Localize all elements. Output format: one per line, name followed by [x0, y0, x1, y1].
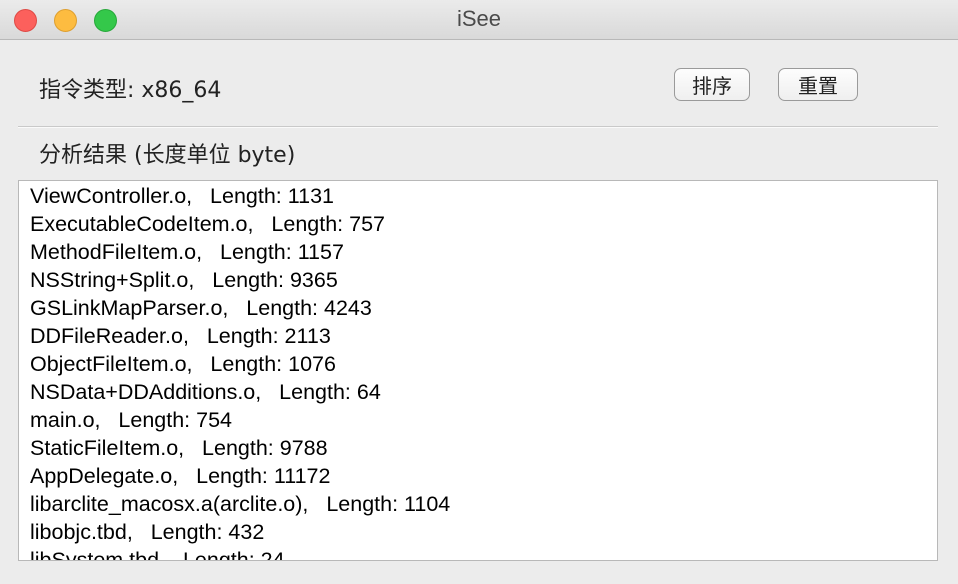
- result-line: StaticFileItem.o, Length: 9788: [30, 436, 328, 460]
- title-bar[interactable]: iSee: [0, 0, 958, 40]
- result-line: NSString+Split.o, Length: 9365: [30, 268, 338, 292]
- separator: [18, 126, 938, 128]
- result-line: ObjectFileItem.o, Length: 1076: [30, 352, 336, 376]
- reset-button[interactable]: 重置: [778, 68, 858, 101]
- results-label: 分析结果 (长度单位 byte): [39, 143, 296, 168]
- result-line: libarclite_macosx.a(arclite.o), Length: …: [30, 492, 451, 516]
- result-line: MethodFileItem.o, Length: 1157: [30, 240, 344, 264]
- result-line: DDFileReader.o, Length: 2113: [30, 324, 331, 348]
- result-line: GSLinkMapParser.o, Length: 4243: [30, 296, 372, 320]
- result-line: libSystem.tbd, Length: 24: [30, 548, 285, 561]
- results-text-view[interactable]: ViewController.o, Length: 1131 Executable…: [18, 180, 938, 561]
- result-line: ExecutableCodeItem.o, Length: 757: [30, 212, 385, 236]
- sort-button[interactable]: 排序: [674, 68, 750, 101]
- results-lines: ViewController.o, Length: 1131 Executable…: [30, 182, 451, 561]
- result-line: main.o, Length: 754: [30, 408, 233, 432]
- window-title: iSee: [456, 6, 502, 31]
- result-line: AppDelegate.o, Length: 11172: [30, 464, 331, 488]
- architecture-label: 指令类型: x86_64: [39, 78, 222, 103]
- app-window: iSee 指令类型: x86_64 排序 重置 分析结果 (长度单位 byte)…: [0, 0, 958, 584]
- result-line: libobjc.tbd, Length: 432: [30, 520, 265, 544]
- result-line: ViewController.o, Length: 1131: [30, 184, 334, 208]
- result-line: NSData+DDAdditions.o, Length: 64: [30, 380, 381, 404]
